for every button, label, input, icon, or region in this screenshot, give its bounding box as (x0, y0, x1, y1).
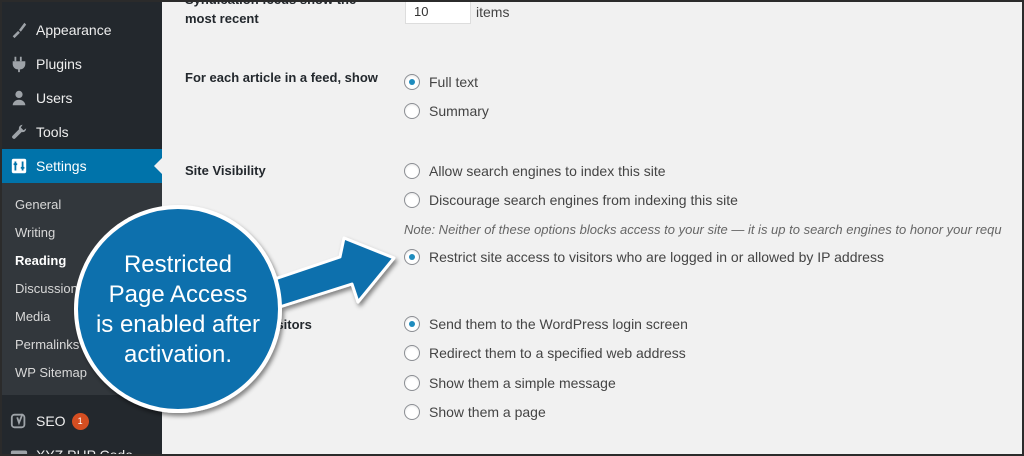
wp-admin-window: Appearance Plugins Users Tools Settings (0, 0, 1024, 456)
callout-text: Restricted Page Access is enabled after … (95, 251, 261, 368)
callout-graphic (74, 205, 396, 413)
